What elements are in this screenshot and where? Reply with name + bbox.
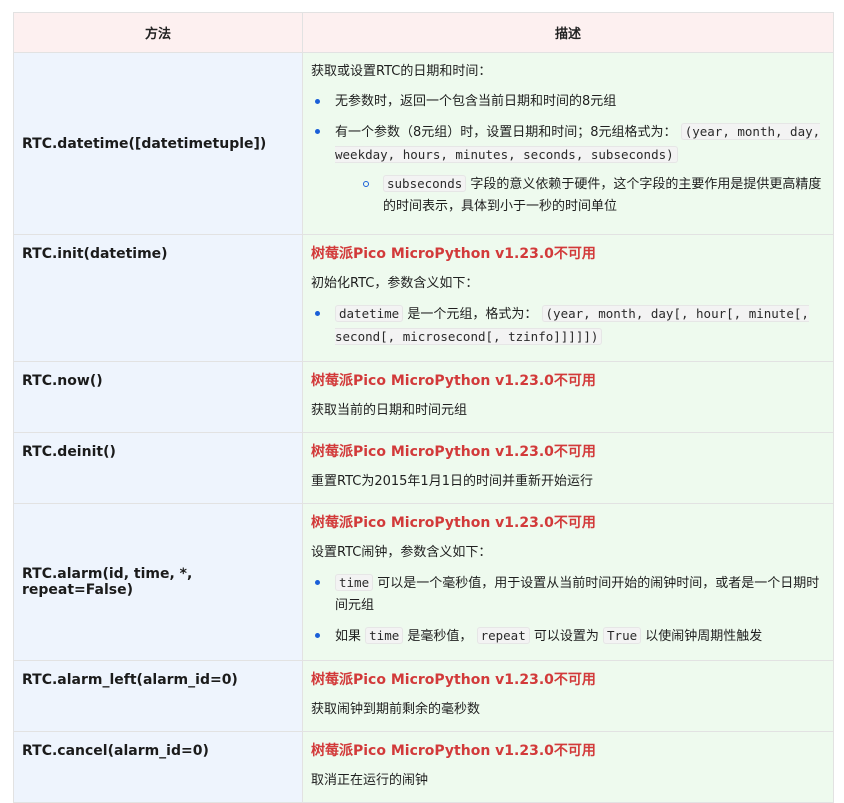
inline-code: True bbox=[603, 627, 642, 644]
rtc-methods-table: 方法 描述 RTC.datetime([datetimetuple]) 获取或设… bbox=[13, 12, 834, 803]
description-cell: 树莓派Pico MicroPython v1.23.0不可用 获取闹钟到期前剩余… bbox=[302, 660, 834, 732]
unavailable-warning: 树莓派Pico MicroPython v1.23.0不可用 bbox=[311, 515, 596, 531]
bullet-list: 无参数时，返回一个包含当前日期和时间的8元组 有一个参数（8元组）时，设置日期和… bbox=[311, 91, 825, 218]
description-intro: 获取或设置RTC的日期和时间： bbox=[311, 64, 492, 79]
description-cell: 树莓派Pico MicroPython v1.23.0不可用 获取当前的日期和时… bbox=[302, 361, 834, 433]
description-text: 重置RTC为2015年1月1日的时间并重新开始运行 bbox=[311, 474, 593, 489]
description-intro: 初始化RTC，参数含义如下： bbox=[311, 276, 479, 291]
bullet-list: time 可以是一个毫秒值，用于设置从当前时间开始的闹钟时间，或者是一个日期时间… bbox=[311, 572, 825, 648]
list-item-text: 有一个参数（8元组）时，设置日期和时间；8元组格式为： bbox=[335, 125, 677, 140]
list-item-text: 是一个元组，格式为： bbox=[407, 307, 538, 322]
sub-bullet-list: subseconds 字段的意义依赖于硬件，这个字段的主要作用是提供更高精度的时… bbox=[359, 173, 825, 218]
list-item-text: 以使闹钟周期性触发 bbox=[645, 629, 763, 644]
list-item-text: 无参数时，返回一个包含当前日期和时间的8元组 bbox=[335, 94, 617, 109]
table-row: RTC.cancel(alarm_id=0) 树莓派Pico MicroPyth… bbox=[13, 731, 834, 803]
description-cell: 树莓派Pico MicroPython v1.23.0不可用 设置RTC闹钟，参… bbox=[302, 503, 834, 661]
description-cell: 树莓派Pico MicroPython v1.23.0不可用 重置RTC为201… bbox=[302, 432, 834, 504]
description-intro: 设置RTC闹钟，参数含义如下： bbox=[311, 545, 492, 560]
description-cell: 树莓派Pico MicroPython v1.23.0不可用 初始化RTC，参数… bbox=[302, 234, 834, 362]
list-item: 无参数时，返回一个包含当前日期和时间的8元组 bbox=[311, 91, 825, 113]
method-cell: RTC.now() bbox=[13, 361, 303, 433]
description-cell: 获取或设置RTC的日期和时间： 无参数时，返回一个包含当前日期和时间的8元组 有… bbox=[302, 52, 834, 235]
table-row: RTC.alarm_left(alarm_id=0) 树莓派Pico Micro… bbox=[13, 660, 834, 732]
method-cell: RTC.init(datetime) bbox=[13, 234, 303, 362]
method-cell: RTC.datetime([datetimetuple]) bbox=[13, 52, 303, 235]
description-text: 取消正在运行的闹钟 bbox=[311, 773, 429, 788]
list-item-text: 可以是一个毫秒值，用于设置从当前时间开始的闹钟时间，或者是一个日期时间元组 bbox=[335, 576, 820, 613]
unavailable-warning: 树莓派Pico MicroPython v1.23.0不可用 bbox=[311, 444, 596, 460]
list-item-text: 可以设置为 bbox=[533, 629, 599, 644]
inline-code: datetime bbox=[335, 305, 404, 322]
column-header-method: 方法 bbox=[13, 12, 303, 53]
list-item-text: 如果 bbox=[335, 629, 362, 644]
table-row: RTC.now() 树莓派Pico MicroPython v1.23.0不可用… bbox=[13, 361, 834, 433]
column-header-description: 描述 bbox=[302, 12, 834, 53]
unavailable-warning: 树莓派Pico MicroPython v1.23.0不可用 bbox=[311, 373, 596, 389]
method-cell: RTC.alarm(id, time, *, repeat=False) bbox=[13, 503, 303, 661]
inline-code: time bbox=[335, 574, 374, 591]
unavailable-warning: 树莓派Pico MicroPython v1.23.0不可用 bbox=[311, 672, 596, 688]
list-item: time 可以是一个毫秒值，用于设置从当前时间开始的闹钟时间，或者是一个日期时间… bbox=[311, 572, 825, 617]
rtc-methods-table-wrapper: 方法 描述 RTC.datetime([datetimetuple]) 获取或设… bbox=[13, 12, 834, 803]
list-item: 有一个参数（8元组）时，设置日期和时间；8元组格式为： (year, month… bbox=[311, 121, 825, 218]
list-item-text: 是毫秒值， bbox=[407, 629, 473, 644]
table-header-row: 方法 描述 bbox=[13, 12, 834, 53]
list-item: 如果 time 是毫秒值， repeat 可以设置为 True 以使闹钟周期性触… bbox=[311, 625, 825, 648]
inline-code: subseconds bbox=[383, 175, 467, 192]
method-cell: RTC.alarm_left(alarm_id=0) bbox=[13, 660, 303, 732]
description-text: 获取闹钟到期前剩余的毫秒数 bbox=[311, 702, 481, 717]
unavailable-warning: 树莓派Pico MicroPython v1.23.0不可用 bbox=[311, 246, 596, 262]
unavailable-warning: 树莓派Pico MicroPython v1.23.0不可用 bbox=[311, 743, 596, 759]
table-row: RTC.datetime([datetimetuple]) 获取或设置RTC的日… bbox=[13, 52, 834, 235]
list-item: subseconds 字段的意义依赖于硬件，这个字段的主要作用是提供更高精度的时… bbox=[359, 173, 825, 218]
table-row: RTC.deinit() 树莓派Pico MicroPython v1.23.0… bbox=[13, 432, 834, 504]
inline-code: time bbox=[365, 627, 404, 644]
description-text: 获取当前的日期和时间元组 bbox=[311, 403, 468, 418]
description-cell: 树莓派Pico MicroPython v1.23.0不可用 取消正在运行的闹钟 bbox=[302, 731, 834, 803]
method-cell: RTC.cancel(alarm_id=0) bbox=[13, 731, 303, 803]
table-row: RTC.init(datetime) 树莓派Pico MicroPython v… bbox=[13, 234, 834, 362]
table-row: RTC.alarm(id, time, *, repeat=False) 树莓派… bbox=[13, 503, 834, 661]
list-item: datetime 是一个元组，格式为： (year, month, day[, … bbox=[311, 303, 825, 349]
inline-code: repeat bbox=[476, 627, 530, 644]
bullet-list: datetime 是一个元组，格式为： (year, month, day[, … bbox=[311, 303, 825, 349]
method-cell: RTC.deinit() bbox=[13, 432, 303, 504]
